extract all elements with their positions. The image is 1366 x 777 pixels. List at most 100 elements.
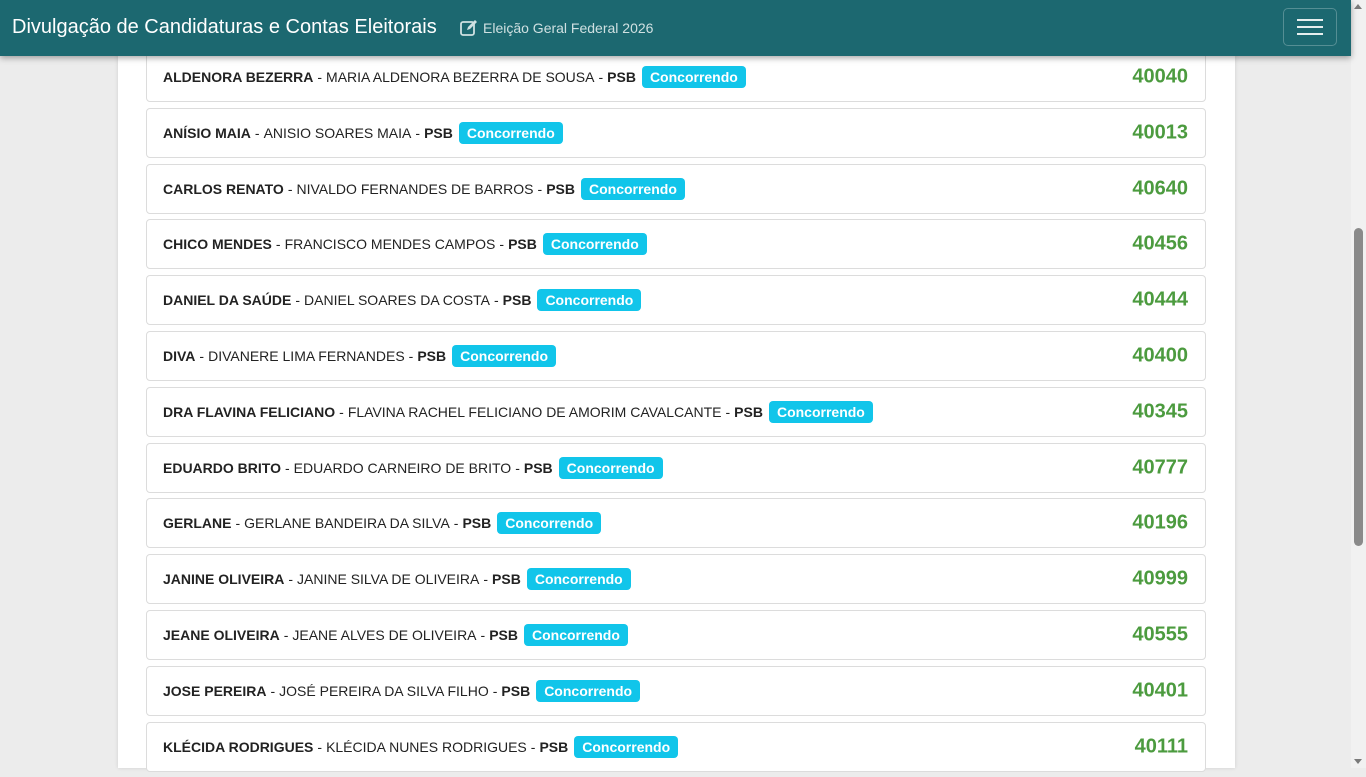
candidate-full-name: ANISIO SOARES MAIA bbox=[263, 124, 412, 141]
candidate-party: PSB bbox=[424, 124, 453, 141]
candidate-row[interactable]: DRA FLAVINA FELICIANO - FLAVINA RACHEL FEL… bbox=[146, 386, 1206, 437]
candidate-row[interactable]: GERLANE - GERLANE BANDEIRA DA SILVA - PSB Con… bbox=[146, 498, 1206, 549]
candidate-party: PSB bbox=[462, 515, 492, 532]
separator: - bbox=[287, 180, 293, 197]
separator: - bbox=[515, 459, 520, 476]
separator: - bbox=[499, 236, 505, 253]
app-title[interactable]: Divulgação de Candidaturas e Contas Elei… bbox=[12, 16, 437, 39]
candidate-number: 40456 bbox=[1132, 232, 1188, 255]
candidate-number: 40196 bbox=[1132, 511, 1188, 534]
candidate-nickname[interactable]: CARLOS RENATO bbox=[163, 181, 284, 197]
candidate-party: PSB bbox=[489, 626, 518, 643]
candidate-party: PSB bbox=[523, 459, 553, 476]
candidate-party: PSB bbox=[546, 180, 575, 197]
separator: - bbox=[530, 738, 536, 755]
candidate-party: PSB bbox=[539, 738, 569, 755]
navbar-toggle-button[interactable] bbox=[1283, 8, 1337, 46]
candidate-number: 40777 bbox=[1132, 456, 1188, 479]
status-badge: Concorrendo bbox=[574, 735, 679, 758]
candidate-full-name: MARIA ALDENORA BEZERRA DE SOUSA bbox=[326, 69, 595, 85]
separator: - bbox=[317, 69, 323, 85]
separator: - bbox=[480, 626, 486, 643]
candidate-row[interactable]: JEANE OLIVEIRA - JEANE ALVES DE OLIVEIRA - P… bbox=[146, 609, 1206, 660]
candidate-party: PSB bbox=[734, 403, 763, 420]
separator: - bbox=[453, 515, 459, 532]
candidate-party: PSB bbox=[501, 682, 531, 699]
candidate-nickname[interactable]: KLÉCIDA RODRIGUES bbox=[163, 739, 313, 755]
candidate-number: 40345 bbox=[1132, 400, 1188, 423]
candidate-number: 40999 bbox=[1132, 567, 1188, 590]
candidate-full-name: JEANE ALVES DE OLIVEIRA bbox=[292, 626, 477, 643]
status-badge: Concorrendo bbox=[542, 233, 647, 256]
candidate-full-name: EDUARDO CARNEIRO DE BRITO bbox=[293, 459, 512, 476]
candidate-nickname[interactable]: JOSE PEREIRA bbox=[163, 683, 266, 699]
separator: - bbox=[288, 571, 294, 588]
candidate-full-name: JOSÉ PEREIRA DA SILVA FILHO bbox=[279, 682, 489, 699]
scroll-down-arrow-icon[interactable] bbox=[1354, 759, 1362, 764]
candidate-full-name: DANIEL SOARES DA COSTA bbox=[304, 292, 490, 309]
candidate-row[interactable]: DIVA - DIVANERE LIMA FERNANDES - PSB Concorre… bbox=[146, 330, 1206, 381]
separator: - bbox=[537, 180, 543, 197]
separator: - bbox=[283, 626, 289, 643]
edit-icon bbox=[459, 18, 479, 38]
candidate-nickname[interactable]: DIVA bbox=[163, 348, 195, 364]
separator: - bbox=[254, 124, 260, 141]
candidate-number: 40555 bbox=[1132, 623, 1188, 646]
candidate-row[interactable]: CHICO MENDES - FRANCISCO MENDES CAMPOS - PSB… bbox=[146, 219, 1206, 270]
candidate-party: PSB bbox=[417, 347, 447, 364]
candidate-nickname[interactable]: ALDENORA BEZERRA bbox=[163, 69, 313, 85]
separator: - bbox=[725, 403, 731, 420]
candidate-full-name: GERLANE BANDEIRA DA SILVA bbox=[244, 515, 450, 532]
candidate-nickname[interactable]: ANÍSIO MAIA bbox=[163, 125, 251, 141]
separator: - bbox=[275, 236, 281, 253]
candidate-row[interactable]: KLÉCIDA RODRIGUES - KLÉCIDA NUNES RODRIGUE… bbox=[146, 721, 1206, 772]
separator: - bbox=[492, 682, 498, 699]
candidate-nickname[interactable]: DANIEL DA SAÚDE bbox=[163, 292, 291, 308]
separator: - bbox=[270, 682, 276, 699]
separator: - bbox=[295, 292, 301, 309]
status-badge: Concorrendo bbox=[452, 344, 557, 367]
page-scrollbar[interactable] bbox=[1351, 0, 1366, 768]
candidate-nickname[interactable]: JANINE OLIVEIRA bbox=[163, 571, 284, 587]
candidate-full-name: DIVANERE LIMA FERNANDES bbox=[208, 347, 405, 364]
candidate-row[interactable]: JOSE PEREIRA - JOSÉ PEREIRA DA SILVA FILHO… bbox=[146, 665, 1206, 716]
candidate-row[interactable]: ANÍSIO MAIA - ANISIO SOARES MAIA - PSB Concor… bbox=[146, 107, 1206, 158]
candidate-row[interactable]: CARLOS RENATO - NIVALDO FERNANDES DE BARRO… bbox=[146, 163, 1206, 214]
status-badge: Concorrendo bbox=[497, 512, 602, 535]
top-navbar: Divulgação de Candidaturas e Contas Elei… bbox=[0, 0, 1351, 56]
hamburger-menu-icon bbox=[1297, 19, 1323, 35]
separator: - bbox=[415, 124, 421, 141]
status-badge: Concorrendo bbox=[641, 66, 746, 88]
separator: - bbox=[408, 347, 414, 364]
scrollbar-thumb[interactable] bbox=[1354, 228, 1363, 546]
separator: - bbox=[317, 738, 323, 755]
candidate-full-name: FRANCISCO MENDES CAMPOS bbox=[284, 236, 496, 253]
separator: - bbox=[284, 459, 290, 476]
candidate-party: PSB bbox=[607, 69, 636, 85]
status-badge: Concorrendo bbox=[580, 177, 685, 200]
candidate-number: 40111 bbox=[1134, 735, 1188, 758]
candidate-number: 40040 bbox=[1132, 65, 1188, 88]
candidate-nickname[interactable]: DRA FLAVINA FELICIANO bbox=[163, 404, 335, 420]
candidate-nickname[interactable]: GERLANE bbox=[163, 515, 231, 531]
separator: - bbox=[339, 403, 344, 420]
candidate-nickname[interactable]: CHICO MENDES bbox=[163, 236, 272, 252]
candidate-row[interactable]: EDUARDO BRITO - EDUARDO CARNEIRO DE BRITO -… bbox=[146, 442, 1206, 493]
status-badge: Concorrendo bbox=[458, 121, 563, 144]
election-selector[interactable]: Eleição Geral Federal 2026 bbox=[459, 18, 653, 38]
scroll-up-arrow-icon[interactable] bbox=[1354, 4, 1362, 9]
separator: - bbox=[493, 292, 499, 309]
separator: - bbox=[598, 69, 604, 85]
candidate-row[interactable]: ALDENORA BEZERRA - MARIA ALDENORA BEZERRA … bbox=[146, 52, 1206, 102]
candidate-number: 40013 bbox=[1132, 121, 1188, 144]
status-badge: Concorrendo bbox=[536, 679, 641, 702]
candidate-number: 40401 bbox=[1132, 679, 1188, 702]
candidate-row[interactable]: JANINE OLIVEIRA - JANINE SILVA DE OLIVEIRA… bbox=[146, 554, 1206, 605]
status-badge: Concorrendo bbox=[768, 400, 873, 423]
candidate-nickname[interactable]: EDUARDO BRITO bbox=[163, 460, 281, 476]
separator: - bbox=[199, 347, 205, 364]
candidate-party: PSB bbox=[508, 236, 537, 253]
candidate-row[interactable]: DANIEL DA SAÚDE - DANIEL SOARES DA COSTA - P… bbox=[146, 275, 1206, 326]
candidate-list: ALDENORA BEZERRA - MARIA ALDENORA BEZERRA … bbox=[146, 52, 1206, 777]
candidate-nickname[interactable]: JEANE OLIVEIRA bbox=[163, 627, 280, 643]
